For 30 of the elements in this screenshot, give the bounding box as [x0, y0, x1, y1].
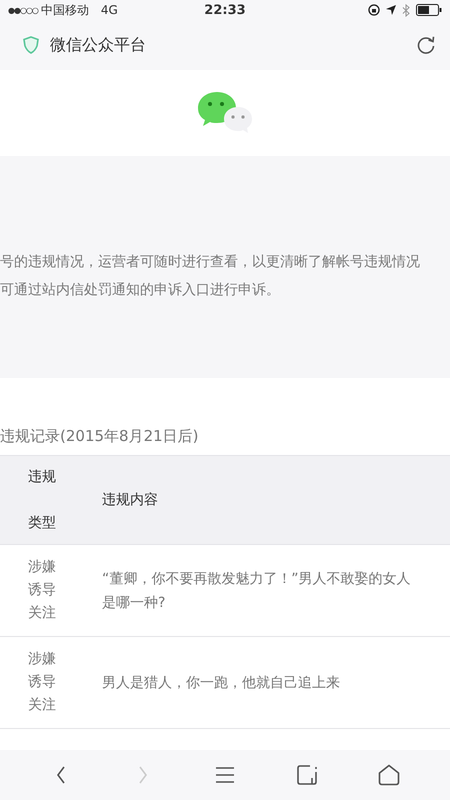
- signal-strength: ●●○○○: [8, 6, 38, 14]
- notice-text: 可通过站内信处罚通知的申诉入口进行申诉。: [0, 281, 281, 300]
- table-cell-text: 关注: [28, 696, 57, 715]
- page-title: 微信公众平台: [50, 34, 146, 56]
- rotation-lock-icon: [368, 4, 380, 16]
- table-cell-text: 男人是猎人，你一跑，他就自己追上来: [102, 674, 340, 692]
- network-type: 4G: [100, 3, 118, 17]
- home-icon[interactable]: [378, 764, 400, 786]
- carrier-name: 中国移动: [40, 2, 89, 18]
- shield-icon: [23, 36, 39, 54]
- reload-icon[interactable]: [416, 35, 436, 55]
- menu-icon[interactable]: [215, 766, 235, 784]
- chat-bubbles-logo: [197, 90, 253, 134]
- back-icon[interactable]: [56, 766, 66, 784]
- table-cell-text: 关注: [28, 604, 57, 623]
- notice-text: 号的违规情况，运营者可随时进行查看，以更清晰了解帐号违规情况: [0, 253, 421, 272]
- column-header: 违规: [28, 468, 57, 486]
- clock-time: 22:33: [204, 2, 246, 18]
- table-cell-text: 诱导: [28, 581, 57, 600]
- battery-icon: [416, 4, 442, 16]
- location-arrow-icon: [386, 5, 396, 15]
- table-cell-text: “董卿，你不要再散发魅力了！”男人不敢娶的女人是哪一种?: [102, 570, 412, 612]
- table-cell-text: 涉嫌: [28, 650, 57, 669]
- table-cell-text: 涉嫌: [28, 558, 57, 577]
- section-title: 违规记录(2015年8月21日后): [0, 426, 200, 447]
- column-header: 类型: [28, 514, 57, 532]
- bluetooth-icon: [402, 4, 410, 16]
- tabs-icon[interactable]: [296, 764, 318, 786]
- column-header: 违规内容: [102, 491, 158, 509]
- table-cell-text: 诱导: [28, 673, 57, 692]
